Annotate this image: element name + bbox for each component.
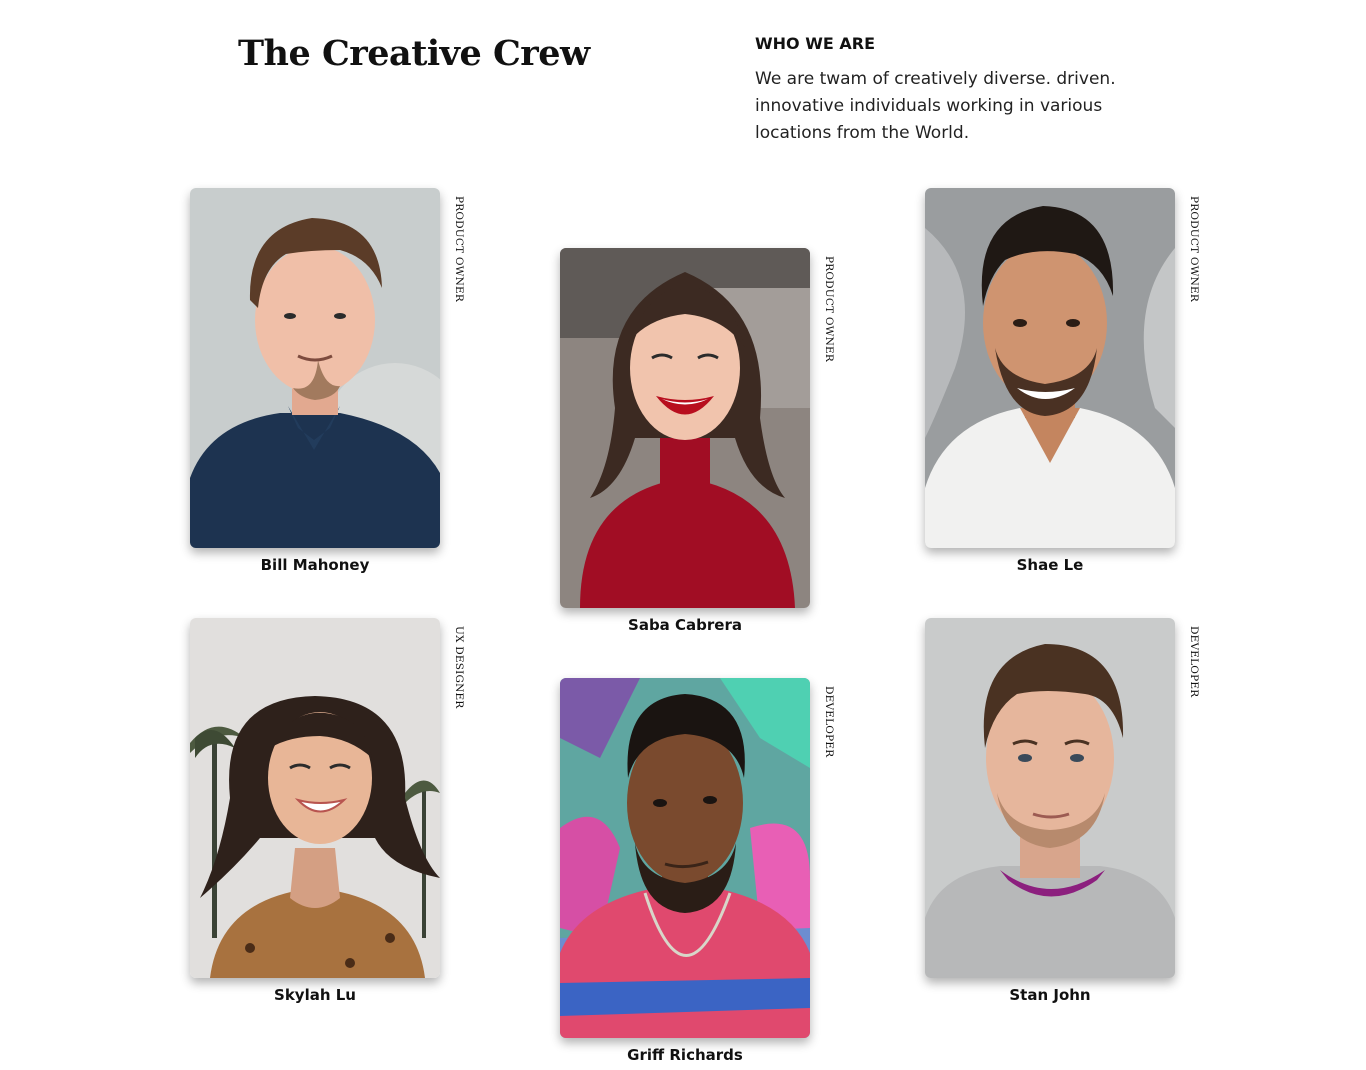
team-member-photo[interactable] bbox=[925, 618, 1175, 978]
who-we-are-section: WHO WE ARE We are twam of creatively div… bbox=[755, 34, 1175, 147]
team-member-photo[interactable] bbox=[925, 188, 1175, 548]
team-member-name[interactable]: Skylah Lu bbox=[190, 984, 440, 1006]
team-member-card-saba-cabrera[interactable]: PRODUCT OWNER Saba Cabrera bbox=[560, 248, 850, 640]
team-member-role: DEVELOPER bbox=[1188, 626, 1200, 698]
team-member-photo[interactable] bbox=[560, 248, 810, 608]
team-member-name[interactable]: Shae Le bbox=[925, 554, 1175, 576]
team-member-card-shae-le[interactable]: PRODUCT OWNER Shae Le bbox=[925, 188, 1215, 580]
team-member-name[interactable]: Bill Mahoney bbox=[190, 554, 440, 576]
team-member-role: DEVELOPER bbox=[823, 686, 835, 758]
team-member-role: PRODUCT OWNER bbox=[453, 196, 465, 302]
team-member-role: PRODUCT OWNER bbox=[823, 256, 835, 362]
page-title: The Creative Crew bbox=[238, 33, 590, 74]
team-member-photo[interactable] bbox=[190, 618, 440, 978]
who-we-are-description: We are twam of creatively diverse. drive… bbox=[755, 69, 1116, 143]
team-member-role: UX DESIGNER bbox=[453, 626, 465, 709]
team-member-name[interactable]: Saba Cabrera bbox=[560, 614, 810, 636]
team-member-card-griff-richards[interactable]: DEVELOPER Griff Richards bbox=[560, 678, 850, 1070]
team-member-photo[interactable] bbox=[190, 188, 440, 548]
team-member-photo[interactable] bbox=[560, 678, 810, 1038]
team-member-name[interactable]: Griff Richards bbox=[560, 1044, 810, 1066]
team-member-card-stan-john[interactable]: DEVELOPER Stan John bbox=[925, 618, 1215, 1010]
team-member-role: PRODUCT OWNER bbox=[1188, 196, 1200, 302]
team-member-card-bill-mahoney[interactable]: PRODUCT OWNER Bill Mahoney bbox=[190, 188, 480, 580]
who-we-are-heading: WHO WE ARE bbox=[755, 34, 875, 53]
team-member-card-skylah-lu[interactable]: UX DESIGNER Skylah Lu bbox=[190, 618, 480, 1010]
team-member-name[interactable]: Stan John bbox=[925, 984, 1175, 1006]
